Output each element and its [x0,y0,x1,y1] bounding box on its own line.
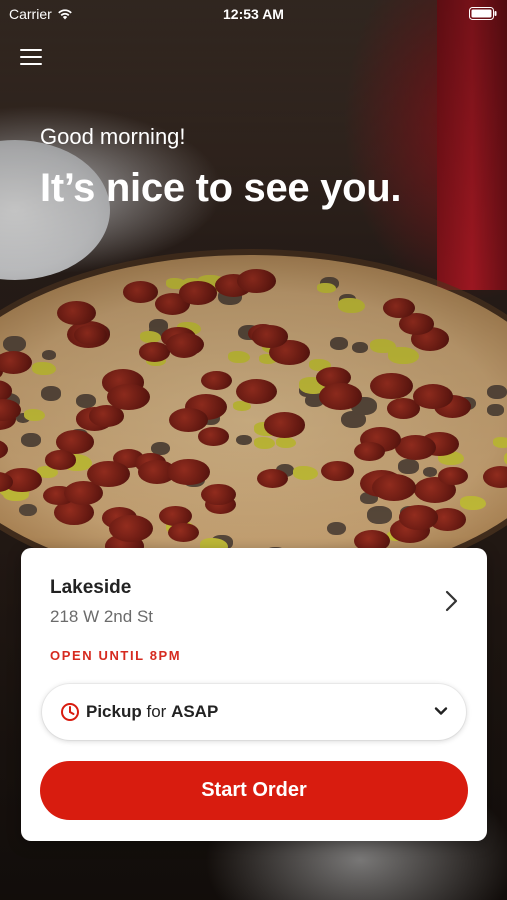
chevron-right-icon[interactable] [441,589,461,613]
greeting-text: Good morning! [40,124,186,149]
location-card: Lakeside 218 W 2nd St OPEN UNTIL 8PM Pic… [21,548,487,841]
start-order-button[interactable]: Start Order [40,761,468,820]
menu-icon[interactable] [20,49,42,67]
clock-time: 12:53 AM [223,6,284,22]
order-for-word: for [146,702,167,721]
chevron-down-icon [434,707,448,715]
hours-status: OPEN UNTIL 8PM [50,648,182,663]
status-bar: Carrier 12:53 AM [0,0,507,28]
location-name[interactable]: Lakeside [50,577,131,599]
order-time: ASAP [171,702,219,721]
battery-icon [469,7,497,20]
order-mode: Pickup [86,702,142,721]
headline-text: It’s nice to see you. [40,166,402,210]
clock-icon [61,703,79,721]
location-address[interactable]: 218 W 2nd St [50,607,153,627]
order-mode-dropdown[interactable]: Pickup for ASAP [42,684,466,740]
